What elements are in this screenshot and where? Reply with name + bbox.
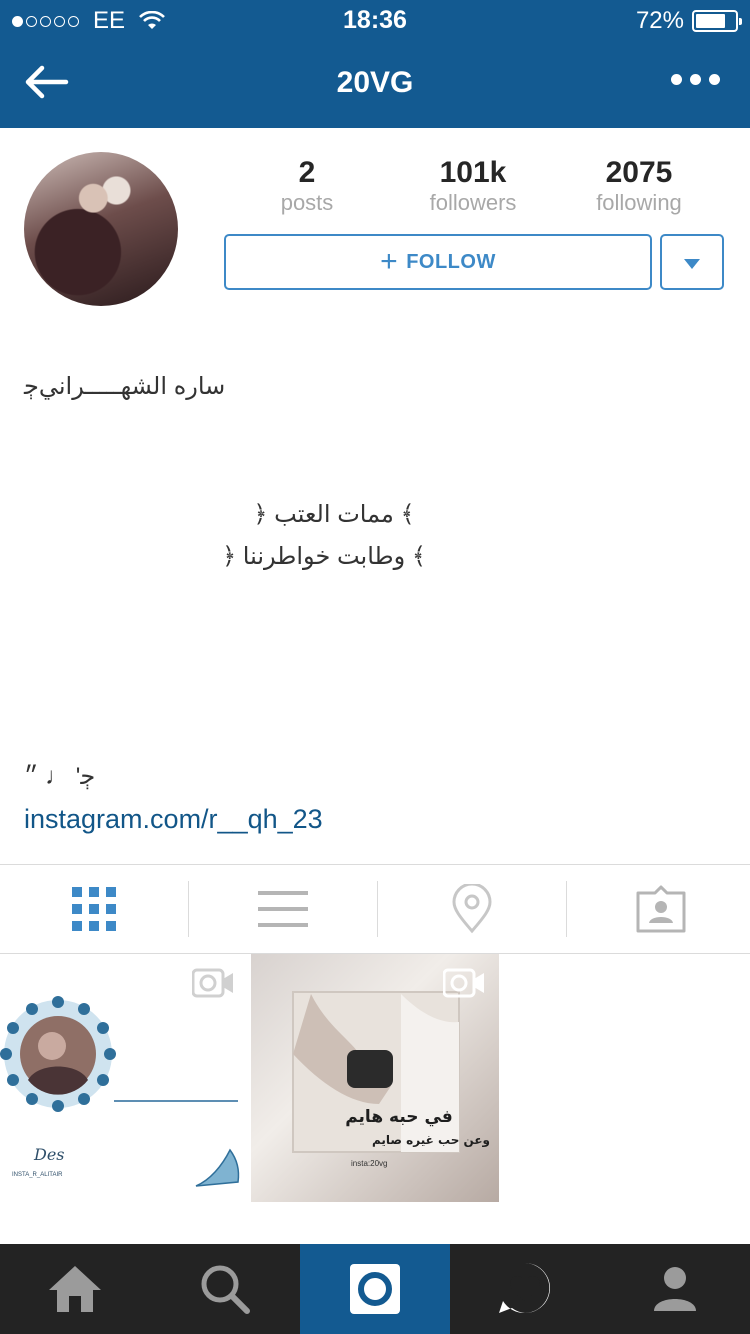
profile-icon (654, 1267, 696, 1311)
tagged-person-icon (636, 885, 686, 933)
more-dots-icon (671, 74, 682, 85)
stat-value: 2075 (605, 156, 673, 189)
tab-home[interactable] (0, 1244, 150, 1334)
grid-icon (72, 887, 116, 931)
bio-line: ﴿ ممات العتب ﴾ (253, 501, 415, 528)
stat-label: followers (429, 190, 517, 215)
tab-profile[interactable] (600, 1244, 750, 1334)
bio-website-link[interactable]: instagram.com/r__qh_23 (24, 804, 323, 835)
suggested-users-dropdown-button[interactable] (660, 234, 724, 290)
video-camera-icon (443, 968, 484, 998)
bio-name: ساره الشهـــــرانيﭴ (24, 373, 226, 400)
post-thumbnail[interactable]: في حبه هايم وعن حب غيره صايم insta:20vg (251, 954, 499, 1202)
tab-list[interactable] (189, 865, 377, 953)
tab-camera[interactable] (300, 1244, 450, 1334)
avatar[interactable] (24, 152, 178, 306)
bottom-tab-bar (0, 1244, 750, 1334)
post-thumbnail[interactable]: Des INSTA_R_ALITAIR (0, 954, 248, 1202)
triangle-down-icon (684, 259, 700, 269)
follow-label: FOLLOW (406, 250, 496, 273)
stat-label: following (596, 190, 682, 215)
tab-activity[interactable] (450, 1244, 600, 1334)
page-title: 20VG (336, 66, 414, 99)
list-icon (258, 891, 308, 927)
tab-location[interactable] (378, 865, 566, 953)
post-caption-line: في حبه هايم (345, 1107, 453, 1127)
follow-button[interactable]: + FOLLOW (224, 234, 652, 290)
post-watermark-sub: INSTA_R_ALITAIR (12, 1172, 63, 1178)
home-icon (49, 1266, 101, 1312)
battery-percent: 72% (635, 7, 684, 34)
plus-icon: + (380, 245, 399, 278)
more-options-button[interactable] (671, 74, 720, 85)
tab-search[interactable] (150, 1244, 300, 1334)
tab-tagged[interactable] (567, 865, 750, 953)
search-icon (201, 1265, 250, 1314)
bio-line: ﴿ وطابت خواطرننا ﴾ (222, 543, 426, 570)
stat-label: posts (280, 190, 334, 215)
battery-icon (692, 10, 742, 32)
post-caption-line: وعن حب غيره صايم (372, 1133, 490, 1148)
stat-followers[interactable]: 101k followers (390, 156, 556, 216)
activity-heart-icon (499, 1263, 550, 1313)
stat-value: 101k (439, 156, 507, 189)
location-pin-icon (452, 884, 492, 934)
stat-following[interactable]: 2075 following (556, 156, 722, 216)
profile-view-tabs (0, 864, 750, 954)
tab-grid[interactable] (0, 865, 188, 953)
stat-posts[interactable]: 2 posts (224, 156, 390, 216)
bio-notes: ﭴ' ♩ ״ (24, 763, 96, 790)
profile-stats: 2 posts 101k followers 2075 following (224, 156, 724, 218)
camera-icon (350, 1264, 400, 1314)
post-watermark: Des (33, 1145, 65, 1164)
nav-bar: 20VG (0, 40, 750, 128)
post-tag: insta:20vg (351, 1159, 387, 1168)
video-camera-icon (192, 968, 233, 998)
status-bar: EE 18:36 72% (0, 0, 750, 40)
stat-value: 2 (298, 156, 316, 189)
